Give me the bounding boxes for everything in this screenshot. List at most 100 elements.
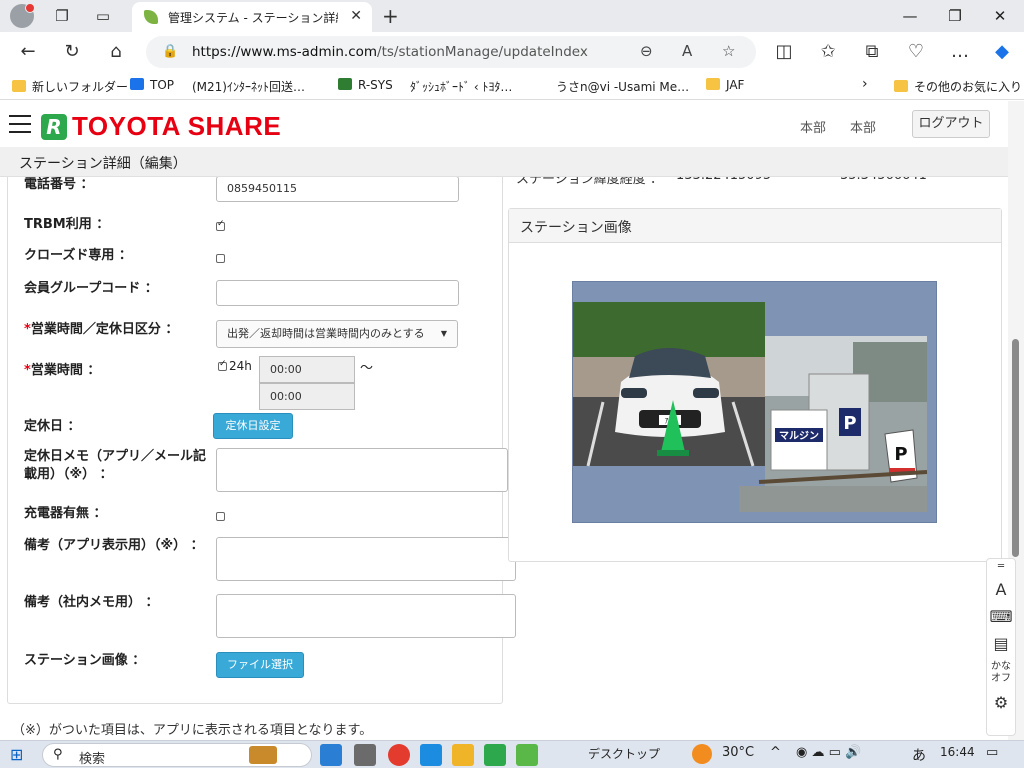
holiday-label: 定休日 ： (24, 419, 81, 434)
explorer-app-icon[interactable] (452, 744, 474, 766)
search-icon: ⚲ (53, 747, 63, 762)
site-icon (130, 78, 144, 90)
copilot-icon[interactable]: ◆ (990, 40, 1014, 64)
app-n-icon[interactable] (516, 744, 538, 766)
performance-icon[interactable]: ♡ (904, 40, 928, 64)
taskbar-search[interactable]: ⚲ 検索 (42, 743, 312, 767)
bookmark-item[interactable]: ﾀﾞｯｼｭﾎﾞｰﾄﾞ ‹ ﾄﾖﾀ… (410, 78, 512, 193)
active-tab[interactable]: 管理システム - ステーション詳細（編 ✕ (132, 2, 372, 32)
bookmark-item[interactable]: 新しいフォルダー (12, 78, 128, 95)
page-title: ステーション詳細（編集） (19, 156, 187, 172)
hours-start-input[interactable]: 00:00 (259, 356, 355, 383)
bookmarks-bar: 新しいフォルダー TOP (M21)ｲﾝﾀｰﾈｯﾄ回送… R-SYS ﾀﾞｯｼｭ… (0, 72, 1024, 193)
new-tab-button[interactable]: + (382, 4, 399, 28)
bookmark-item[interactable]: R-SYS (338, 78, 393, 92)
maximize-button[interactable]: ❐ (935, 4, 975, 28)
standing-p-sign: P (894, 444, 907, 465)
browser-tab-bar: ❐ ▭ 管理システム - ステーション詳細（編 ✕ + — ❐ ✕ (0, 0, 1024, 32)
note-app-textarea[interactable] (216, 537, 516, 581)
holiday-memo-label-line2: 載用）（※） ： (24, 467, 113, 482)
lock-icon[interactable]: 🔒 (162, 44, 178, 59)
parking-photo: マルジン P P (739, 336, 928, 512)
bookmarks-overflow-icon[interactable]: › (862, 76, 868, 92)
temperature[interactable]: 30°C (722, 745, 754, 760)
phone-input[interactable]: 0859450115 (216, 176, 459, 202)
logout-button[interactable]: ログアウト (912, 110, 990, 138)
favorite-star-icon[interactable]: ☆ (722, 42, 735, 60)
phone-label: 電話番号 ： (24, 177, 94, 192)
image-panel-header: ステーション画像 (509, 209, 1001, 243)
hours-end-input[interactable]: 00:00 (259, 383, 355, 410)
holiday-memo-label-line1: 定休日メモ（アプリ／メール記 (24, 449, 207, 464)
kana-off-toggle[interactable]: かな オフ (987, 661, 1015, 685)
clock[interactable]: 16:44 (940, 745, 975, 759)
tab-title: 管理システム - ステーション詳細（編 (168, 11, 338, 25)
reload-button[interactable]: ↻ (60, 40, 84, 64)
edge-app-icon[interactable] (320, 744, 342, 766)
minimize-button[interactable]: — (890, 4, 930, 28)
file-select-button[interactable]: ファイル選択 (216, 652, 304, 678)
note-internal-textarea[interactable] (216, 594, 516, 638)
page-subheader: ステーション詳細（編集） (0, 147, 1008, 177)
gear-icon[interactable]: ⚙ (987, 693, 1015, 712)
site-header: R TOYOTA SHARE 本部 本部 ログアウト (0, 101, 1008, 147)
ime-indicator[interactable]: あ (912, 745, 926, 765)
dropdown-caret-icon: ▼ (440, 329, 447, 338)
holiday-memo-textarea[interactable] (216, 448, 508, 492)
ie-app-icon[interactable] (420, 744, 442, 766)
bookmark-item[interactable]: その他のお気に入り (894, 78, 1022, 95)
note-internal-label: 備考（社内メモ用） ： (24, 595, 159, 610)
weather-icon[interactable] (692, 744, 712, 764)
profile-avatar[interactable] (10, 3, 35, 28)
touch-keyboard-icon[interactable]: ⌨ (987, 607, 1015, 626)
more-menu-icon[interactable]: … (948, 40, 972, 64)
closed-only-label: クローズド専用 ： (24, 248, 132, 263)
tab-actions-icon[interactable]: ▭ (93, 6, 113, 26)
hours-type-label: *営業時間／定休日区分 ： (24, 322, 179, 337)
site-icon (338, 78, 352, 90)
header-link-honbu[interactable]: 本部 (850, 117, 876, 136)
tray-chevron-icon[interactable]: ^ (770, 745, 781, 760)
url-text[interactable]: https://www.ms-admin.com/ts/stationManag… (192, 44, 588, 60)
back-button[interactable]: ← (16, 40, 40, 64)
workspaces-icon[interactable]: ❐ (52, 6, 72, 26)
read-aloud-icon[interactable]: A (682, 42, 692, 60)
tray-icons[interactable]: ◉ ☁ ▭ 🔊 (796, 745, 861, 760)
tab-close-icon[interactable]: ✕ (350, 8, 362, 24)
member-group-input[interactable] (216, 280, 459, 306)
bookmark-item[interactable]: JAF (706, 78, 744, 92)
hamburger-menu-icon[interactable] (9, 115, 31, 133)
folder-icon (894, 80, 908, 92)
home-icon[interactable]: ⌂ (104, 40, 128, 64)
store-app-icon[interactable] (354, 744, 376, 766)
trbm-checkbox[interactable] (216, 219, 225, 231)
window-close-button[interactable]: ✕ (980, 4, 1020, 28)
24h-checkbox[interactable] (218, 359, 227, 371)
holiday-settings-button[interactable]: 定休日設定 (213, 413, 293, 439)
desktop-label[interactable]: デスクトップ (588, 745, 660, 762)
bookmark-item[interactable]: TOP (130, 78, 174, 92)
station-photo-svg: ｱﾆｶ マルジン P P (573, 302, 928, 512)
notification-icon[interactable]: ▭ (986, 745, 998, 760)
zoom-icon[interactable]: ⊖ (640, 42, 653, 60)
header-link-honbu[interactable]: 本部 (800, 117, 826, 136)
dictionary-icon[interactable]: ▤ (987, 634, 1015, 653)
favorites-icon[interactable]: ✩ (816, 40, 840, 64)
split-screen-icon[interactable]: ◫ (772, 40, 796, 64)
dock-handle-icon[interactable]: ═ (987, 561, 1015, 572)
scrollbar-thumb[interactable] (1012, 339, 1019, 557)
image-panel-title: ステーション画像 (520, 220, 632, 236)
start-icon[interactable]: ⊞ (10, 745, 23, 764)
bookmark-item[interactable]: うさn@vi -Usami Me… (556, 78, 689, 193)
toyota-share-app-icon[interactable] (484, 744, 506, 766)
business-hours-label: *営業時間 ： (24, 363, 101, 378)
charger-checkbox[interactable] (216, 512, 225, 521)
font-size-icon[interactable]: A (987, 580, 1015, 599)
chrome-app-icon[interactable] (388, 744, 410, 766)
address-bar[interactable]: 🔒 https://www.ms-admin.com/ts/stationMan… (146, 36, 756, 68)
collections-icon[interactable]: ⧉ (860, 40, 884, 64)
bookmark-item[interactable]: (M21)ｲﾝﾀｰﾈｯﾄ回送… (192, 78, 305, 193)
car-photo: ｱﾆｶ (573, 302, 765, 467)
hours-type-select[interactable]: 出発／返却時間は営業時間内のみとする ▼ (216, 320, 458, 348)
closed-only-checkbox[interactable] (216, 254, 225, 263)
